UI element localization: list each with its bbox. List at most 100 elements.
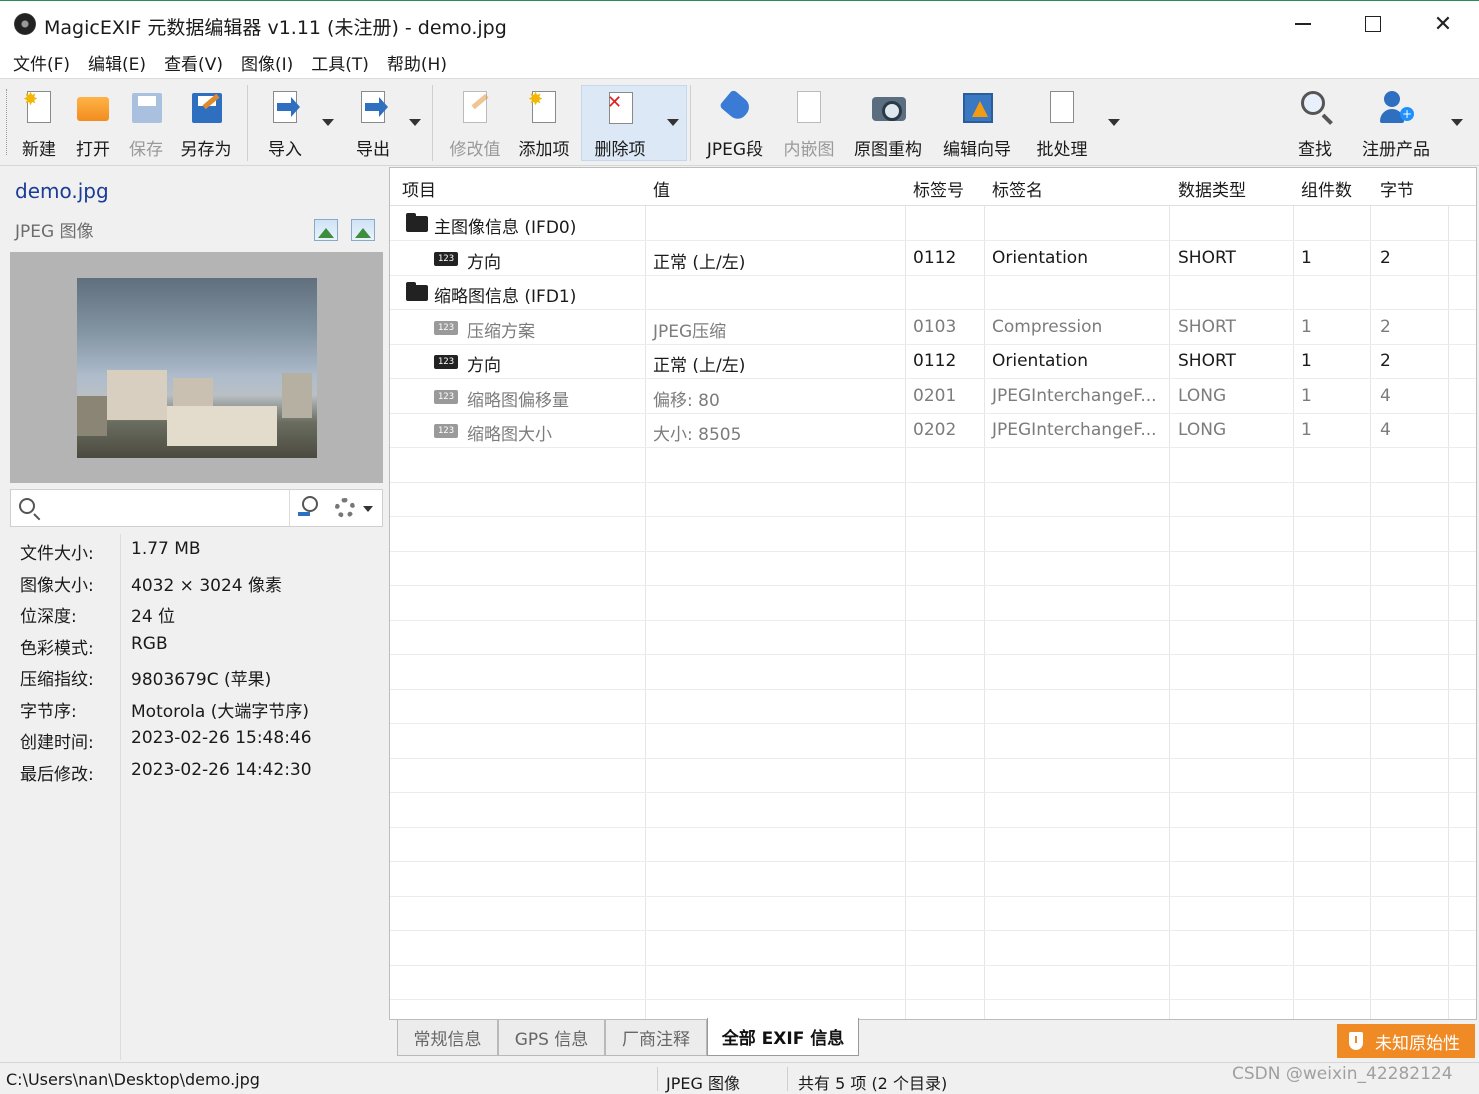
minimize-icon [1295,23,1311,25]
import-button[interactable]: 导入 [262,85,308,161]
export-button[interactable]: 导出 [350,85,396,161]
column-header-tag-id[interactable]: 标签号 [913,176,964,201]
column-header-data-type[interactable]: 数据类型 [1178,176,1246,201]
toolbar-grip[interactable] [6,89,9,155]
save-button[interactable]: 保存 [123,85,169,161]
batch-dropdown-icon[interactable] [1108,119,1120,126]
maximize-button[interactable] [1338,1,1408,47]
property-row: 文件大小: 1.77 MB [0,534,388,565]
property-value: 4032 × 3024 像素 [131,575,282,596]
save-as-icon [188,89,224,125]
column-header-bytes[interactable]: 字节 [1380,176,1414,201]
rebuild-original-button[interactable]: 原图重构 [850,85,926,161]
batch-button[interactable]: 批处理 [1032,85,1092,161]
group-row-ifd1[interactable]: 缩略图信息 (IFD1) [390,275,1476,309]
cell-item: 方向 [467,253,501,273]
originality-label: 未知原始性 [1375,1033,1460,1054]
cell-tag-id: 0202 [913,420,957,440]
number-tag-icon: 123 [434,252,458,266]
menu-view[interactable]: 查看(V) [155,46,232,78]
toolbar-overflow-icon[interactable] [1451,119,1463,126]
search-options-button[interactable] [331,490,383,526]
cell-tag-id: 0201 [913,386,957,406]
tab-maker-notes[interactable]: 厂商注释 [605,1020,707,1056]
tab-all-exif[interactable]: 全部 EXIF 信息 [707,1018,859,1056]
search-icon [19,498,35,514]
add-item-icon: ✸ [526,89,562,125]
column-header-value[interactable]: 值 [653,176,670,201]
add-item-button[interactable]: ✸ 添加项 [514,85,574,161]
row-line [390,723,1476,724]
group-row-ifd0[interactable]: 主图像信息 (IFD0) [390,206,1476,240]
view-thumbnail-icon[interactable] [351,219,375,241]
toolbar-separator [247,85,248,161]
row-line [390,447,1476,448]
find-button[interactable]: 查找 [1292,85,1338,161]
delete-item-dropdown-icon[interactable] [667,119,679,126]
column-header-count[interactable]: 组件数 [1301,176,1352,201]
table-row[interactable]: 123 方向 正常 (上/左) 0112 Orientation SHORT 1… [390,241,1476,275]
table-row[interactable]: 123 缩略图偏移量 偏移: 80 0201 JPEGInterchangeF.… [390,379,1476,413]
row-line [390,689,1476,690]
property-key: 创建时间: [20,733,94,753]
menu-tools[interactable]: 工具(T) [302,46,378,78]
find-next-icon [302,496,318,512]
menu-edit[interactable]: 编辑(E) [79,46,155,78]
cell-value: 偏移: 80 [653,391,720,411]
menu-image[interactable]: 图像(I) [232,46,302,78]
row-line [390,896,1476,897]
close-button[interactable]: ✕ [1408,1,1478,47]
row-line [390,965,1476,966]
import-label: 导入 [268,140,302,160]
cell-value: JPEG压缩 [653,322,727,342]
view-image-icon[interactable] [314,219,338,241]
menu-help[interactable]: 帮助(H) [378,46,456,78]
new-button[interactable]: ✸ 新建 [16,85,62,161]
export-dropdown-icon[interactable] [409,119,421,126]
originality-badge[interactable]: 未知原始性 [1337,1024,1475,1058]
image-preview [10,252,383,483]
register-label: 注册产品 [1362,140,1430,160]
find-label: 查找 [1298,140,1332,160]
search-input[interactable] [47,496,287,520]
property-value: 2023-02-26 15:48:46 [131,728,312,748]
tab-general[interactable]: 常规信息 [397,1020,498,1056]
cell-tag-id: 0112 [913,351,957,371]
edit-value-button[interactable]: 修改值 [446,85,504,161]
search-go-button[interactable] [289,490,329,526]
cell-value: 正常 (上/左) [653,253,746,273]
cell-tag-id: 0103 [913,317,957,337]
minimize-button[interactable] [1268,1,1338,47]
menu-file[interactable]: 文件(F) [4,46,79,78]
jpeg-segment-label: JPEG段 [706,140,764,160]
cell-tag-name: JPEGInterchangeF... [992,386,1157,406]
table-row[interactable]: 123 压缩方案 JPEG压缩 0103 Compression SHORT 1… [390,310,1476,344]
property-row: 创建时间: 2023-02-26 15:48:46 [0,723,388,754]
file-type: JPEG 图像 [15,222,94,242]
gear-icon [335,498,355,518]
toolbar-separator [432,85,433,161]
property-row: 图像大小: 4032 × 3024 像素 [0,566,388,597]
row-line [390,861,1476,862]
import-icon [267,89,303,125]
tab-gps[interactable]: GPS 信息 [498,1020,605,1056]
save-label: 保存 [129,140,163,160]
column-header-tag-name[interactable]: 标签名 [992,176,1043,201]
jpeg-segment-button[interactable]: JPEG段 [703,85,767,161]
table-row[interactable]: 123 缩略图大小 大小: 8505 0202 JPEGInterchangeF… [390,413,1476,447]
import-dropdown-icon[interactable] [322,119,334,126]
number-tag-icon: 123 [434,321,458,335]
column-header-item[interactable]: 项目 [402,176,436,201]
cell-tag-id: 0112 [913,248,957,268]
table-row[interactable]: 123 方向 正常 (上/左) 0112 Orientation SHORT 1… [390,344,1476,378]
open-button[interactable]: 打开 [70,85,116,161]
batch-icon [1044,89,1080,125]
edit-wizard-button[interactable]: 编辑向导 [938,85,1016,161]
property-value: 9803679C (苹果) [131,670,272,690]
save-as-button[interactable]: 另存为 [176,85,236,161]
embedded-image-button[interactable]: 内嵌图 [780,85,838,161]
register-button[interactable]: + 注册产品 [1358,85,1434,161]
row-line [390,620,1476,621]
cell-count: 1 [1301,351,1312,371]
new-file-icon: ✸ [21,89,57,125]
